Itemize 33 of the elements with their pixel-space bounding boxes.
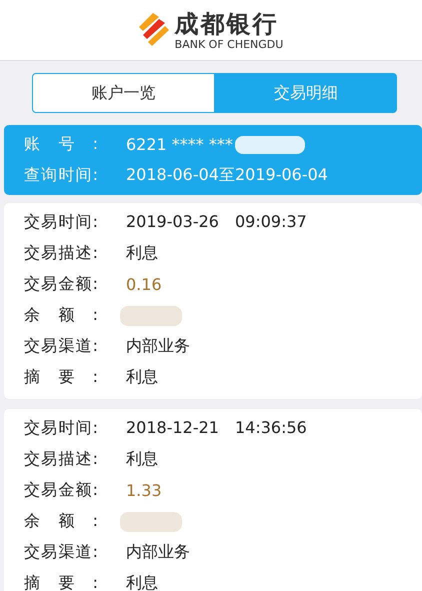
redacted-mark [234,136,305,154]
field-label: 交易渠道: [24,542,98,563]
field-value: 利息 [126,449,158,470]
field-label: 交易时间: [24,418,98,439]
field-value: 利息 [126,243,158,264]
field-value: 2019-03-26 09:09:37 [126,212,307,233]
field-label: 交易描述: [24,449,98,470]
amount-value: 0.16 [126,275,162,294]
redacted-mark [120,512,182,532]
field-value: 利息 [126,367,158,388]
bank-name-english: BANK OF CHENGDU [174,38,284,50]
field-label: 余额: [24,511,98,532]
field-label: 账号: [24,134,98,155]
field-value: 2018-12-21 14:36:56 [126,418,307,439]
field-label: 余额: [24,305,98,326]
bank-logo-icon [138,13,169,47]
field-label: 摘要: [24,367,98,388]
bank-name: 成都银行 [174,10,280,38]
redacted-mark [120,306,182,326]
amount-value: 1.33 [126,481,162,500]
field-label: 交易时间: [24,212,98,233]
field-label: 摘要: [24,573,98,591]
field-value: 内部业务 [126,542,190,563]
field-value: 6221 **** *** [126,135,233,154]
field-label: 交易描述: [24,243,98,264]
field-label: 交易金额: [24,480,98,501]
field-value: 内部业务 [126,336,190,357]
field-value: 2018-06-04至2019-06-04 [126,165,328,186]
field-label: 交易金额: [24,274,98,295]
field-label: 交易渠道: [24,336,98,357]
field-label: 查询时间: [24,165,98,186]
field-value: 利息 [126,573,158,591]
tab[interactable]: 账户一览 [32,73,214,113]
